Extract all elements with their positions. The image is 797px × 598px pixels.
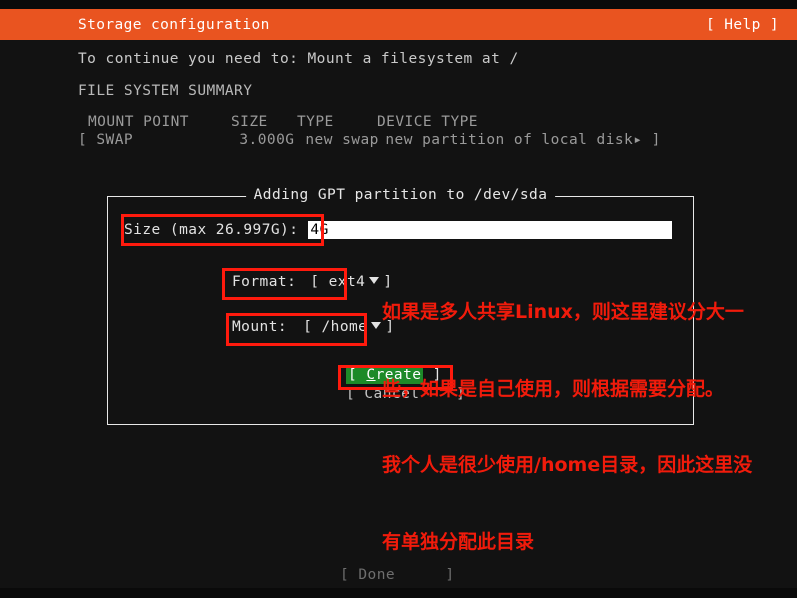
annotation-line-3: 我个人是很少使用/home目录，因此这里没 [382,454,753,476]
help-button[interactable]: [ Help ] [706,17,779,33]
dialog-title: Adding GPT partition to /dev/sda [245,187,556,203]
mount-field-row[interactable]: Mount:[ /home] [232,319,395,335]
filesystem-summary-heading: FILE SYSTEM SUMMARY [78,83,253,99]
row-close-bracket: ] [642,132,661,148]
size-input[interactable]: 4G [308,221,673,239]
page-title: Storage configuration [78,16,270,33]
letterbox-top [0,0,797,9]
column-header-device-type: DEVICE TYPE [377,114,478,130]
format-select-value[interactable]: [ ext4 [310,274,365,290]
done-open-bracket: [ [340,567,359,583]
size-field-row: Size (max 26.997G): 4G [124,221,673,239]
terminal-screen: Storage configuration [ Help ] To contin… [0,0,797,598]
summary-table-header: MOUNT POINT SIZE TYPE DEVICE TYPE [88,113,478,132]
row-open-bracket: [ [78,132,97,148]
chevron-down-icon[interactable] [371,322,382,329]
cell-type: new swap [305,132,379,148]
format-field-row[interactable]: Format:[ ext4] [232,274,393,290]
create-open-bracket: [ [348,367,367,383]
cell-device-type: new partition of local disk [385,132,634,148]
column-header-size: SIZE [231,114,268,130]
chevron-down-icon[interactable] [369,277,380,284]
size-field-label: Size (max 26.997G): [124,222,299,238]
create-accesskey-letter: C [366,367,376,383]
column-header-type: TYPE [297,114,334,130]
instruction-text: To continue you need to: Mount a filesys… [78,51,519,67]
mount-field-label: Mount: [232,319,288,335]
annotation-line-2: 些，如果是自己使用，则根据需要分配。 [382,377,725,400]
cell-size: 3.000G [239,132,295,148]
annotation-line-4: 有单独分配此目录 [382,530,535,553]
mount-select-value[interactable]: [ /home [303,319,367,335]
annotation-line-1: 如果是多人共享Linux，则这里建议分大一 [382,301,744,323]
header-bar: Storage configuration [ Help ] [0,9,797,40]
annotation-text: 如果是多人共享Linux，则这里建议分大一 些，如果是自己使用，则根据需要分配。… [382,249,797,598]
table-row[interactable]: [ SWAP 3.000G new swap new partition of loc… [78,131,661,150]
column-header-mount-point: MOUNT POINT [88,114,189,130]
cell-mount-point: SWAP [96,132,134,148]
format-field-label: Format: [232,274,297,290]
letterbox-bottom [0,588,797,598]
